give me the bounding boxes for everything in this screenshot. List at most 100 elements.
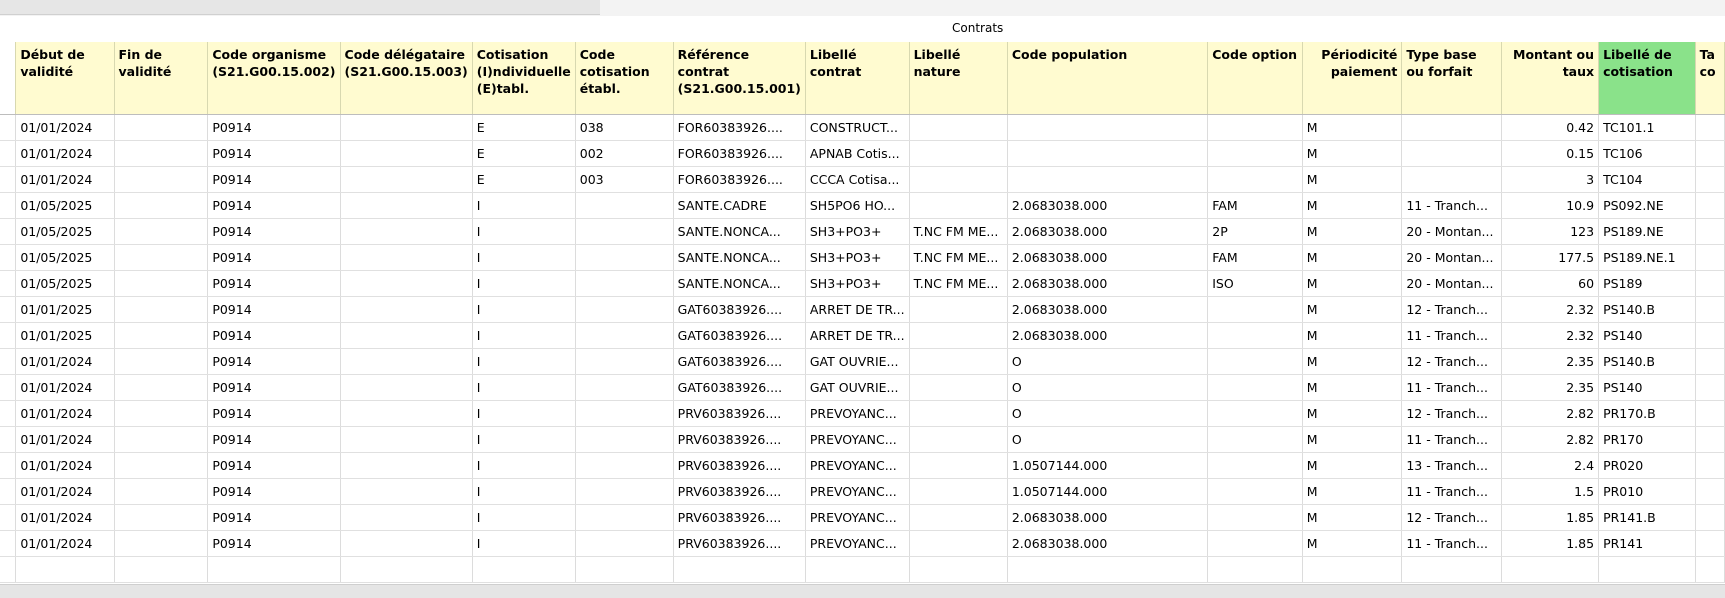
table-cell[interactable]: M xyxy=(1302,504,1403,531)
table-cell[interactable]: P0914 xyxy=(207,140,341,167)
table-cell[interactable]: T.NC FM ME... xyxy=(909,218,1008,245)
table-cell[interactable] xyxy=(1207,452,1303,479)
table-cell[interactable] xyxy=(575,192,674,219)
top-scrollbar-track[interactable] xyxy=(0,0,600,15)
table-row[interactable]: 01/01/2024 P0914 E 038 FOR60383926.... CONSTR… xyxy=(0,114,1725,141)
table-cell[interactable] xyxy=(207,556,341,583)
table-cell[interactable]: M xyxy=(1302,400,1403,427)
table-cell[interactable] xyxy=(1207,556,1303,583)
table-cell[interactable] xyxy=(340,322,473,349)
table-cell[interactable]: M xyxy=(1302,140,1403,167)
column-header[interactable]: Code organisme (S21.G00.15.002) xyxy=(207,42,341,115)
row-header-cell[interactable] xyxy=(0,400,17,427)
table-cell[interactable]: SH3+PO3+ xyxy=(805,244,910,271)
table-cell[interactable] xyxy=(114,270,209,297)
table-cell[interactable]: PS140.B xyxy=(1598,296,1696,323)
table-cell[interactable] xyxy=(1007,556,1209,583)
table-cell[interactable]: I xyxy=(472,478,576,505)
table-cell[interactable]: I xyxy=(472,218,576,245)
table-cell[interactable] xyxy=(114,400,209,427)
table-cell[interactable]: M xyxy=(1302,530,1403,557)
table-cell[interactable]: I xyxy=(472,348,576,375)
table-cell[interactable]: GAT60383926.... xyxy=(673,374,806,401)
table-cell[interactable]: M xyxy=(1302,348,1403,375)
table-cell[interactable]: 11 - Tranch... xyxy=(1401,530,1502,557)
table-cell[interactable]: P0914 xyxy=(207,504,341,531)
table-cell[interactable]: M xyxy=(1302,452,1403,479)
row-header-cell[interactable] xyxy=(0,114,17,141)
table-cell[interactable] xyxy=(1207,478,1303,505)
table-row[interactable]: 01/01/2024 P0914 E 003 FOR60383926.... CCCA C… xyxy=(0,166,1725,193)
table-cell[interactable]: P0914 xyxy=(207,166,341,193)
table-cell[interactable]: 2.0683038.000 xyxy=(1007,192,1209,219)
table-cell[interactable]: 01/05/2025 xyxy=(15,192,115,219)
table-cell[interactable] xyxy=(340,348,473,375)
table-cell[interactable]: PS189 xyxy=(1598,270,1696,297)
table-cell[interactable]: I xyxy=(472,296,576,323)
table-cell[interactable]: CCCA Cotisa... xyxy=(805,166,910,193)
table-cell[interactable]: SH3+PO3+ xyxy=(805,270,910,297)
column-header[interactable]: Type base ou forfait xyxy=(1401,42,1502,115)
table-cell[interactable]: 1.85 xyxy=(1501,530,1600,557)
table-cell[interactable] xyxy=(575,218,674,245)
table-cell[interactable]: CONSTRUCT... xyxy=(805,114,910,141)
table-cell[interactable] xyxy=(1695,504,1725,531)
table-cell[interactable]: 01/01/2024 xyxy=(15,166,115,193)
table-cell[interactable] xyxy=(472,556,576,583)
table-cell[interactable] xyxy=(1695,426,1725,453)
column-header[interactable]: Code population xyxy=(1007,42,1209,115)
table-cell[interactable] xyxy=(1695,296,1725,323)
table-cell[interactable]: PREVOYANC... xyxy=(805,400,910,427)
table-cell[interactable]: 2.35 xyxy=(1501,348,1600,375)
column-header[interactable]: Référence contrat (S21.G00.15.001) xyxy=(673,42,806,115)
table-cell[interactable]: 1.0507144.000 xyxy=(1007,478,1209,505)
table-cell[interactable] xyxy=(340,296,473,323)
table-cell[interactable]: 11 - Tranch... xyxy=(1401,192,1502,219)
table-cell[interactable] xyxy=(340,114,473,141)
table-cell[interactable] xyxy=(1695,348,1725,375)
table-cell[interactable]: I xyxy=(472,270,576,297)
table-cell[interactable]: P0914 xyxy=(207,374,341,401)
table-cell[interactable]: P0914 xyxy=(207,530,341,557)
table-cell[interactable] xyxy=(575,296,674,323)
table-cell[interactable] xyxy=(1207,166,1303,193)
table-cell[interactable]: SH3+PO3+ xyxy=(805,218,910,245)
table-cell[interactable]: GAT60383926.... xyxy=(673,296,806,323)
table-cell[interactable]: GAT OUVRIE... xyxy=(805,374,910,401)
table-cell[interactable]: SH5PO6 HO... xyxy=(805,192,910,219)
table-cell[interactable] xyxy=(1007,166,1209,193)
table-cell[interactable]: 2.0683038.000 xyxy=(1007,322,1209,349)
table-cell[interactable]: TC106 xyxy=(1598,140,1696,167)
table-cell[interactable]: FOR60383926.... xyxy=(673,166,806,193)
table-cell[interactable] xyxy=(340,426,473,453)
table-cell[interactable] xyxy=(909,322,1008,349)
table-cell[interactable]: T.NC FM ME... xyxy=(909,270,1008,297)
table-cell[interactable]: 2.0683038.000 xyxy=(1007,244,1209,271)
table-cell[interactable]: APNAB Cotis... xyxy=(805,140,910,167)
table-cell[interactable]: 01/01/2024 xyxy=(15,530,115,557)
table-cell[interactable]: M xyxy=(1302,374,1403,401)
table-cell[interactable]: 20 - Montan... xyxy=(1401,218,1502,245)
table-cell[interactable]: PR170 xyxy=(1598,426,1696,453)
table-row[interactable]: 01/01/2024 P0914 I PRV60383926.... PREVOYANC… xyxy=(0,426,1725,453)
table-cell[interactable] xyxy=(1598,556,1696,583)
table-cell[interactable]: M xyxy=(1302,166,1403,193)
table-cell[interactable]: PR141.B xyxy=(1598,504,1696,531)
row-header-cell[interactable] xyxy=(0,348,17,375)
table-cell[interactable] xyxy=(909,452,1008,479)
table-cell[interactable]: FAM xyxy=(1207,192,1303,219)
column-header[interactable]: Montant ou taux xyxy=(1501,42,1600,115)
table-cell[interactable] xyxy=(114,452,209,479)
table-cell[interactable]: 11 - Tranch... xyxy=(1401,478,1502,505)
table-cell[interactable] xyxy=(575,322,674,349)
table-cell[interactable] xyxy=(805,556,910,583)
table-cell[interactable]: 01/05/2025 xyxy=(15,244,115,271)
table-cell[interactable] xyxy=(340,192,473,219)
table-cell[interactable]: 123 xyxy=(1501,218,1600,245)
table-cell[interactable]: 01/01/2025 xyxy=(15,322,115,349)
table-cell[interactable]: P0914 xyxy=(207,192,341,219)
table-cell[interactable] xyxy=(575,426,674,453)
table-cell[interactable]: PS140 xyxy=(1598,322,1696,349)
table-cell[interactable] xyxy=(909,140,1008,167)
table-cell[interactable]: P0914 xyxy=(207,348,341,375)
